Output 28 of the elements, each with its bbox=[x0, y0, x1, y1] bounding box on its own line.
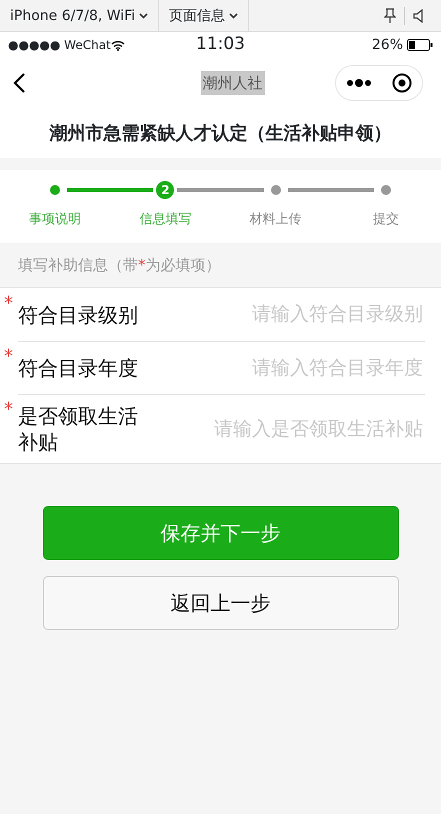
carrier-label: ●●●●● WeChat bbox=[8, 37, 111, 54]
close-icon[interactable] bbox=[392, 73, 412, 93]
field-label: 是否领取生活补贴 bbox=[18, 403, 139, 455]
battery-percent: 26% bbox=[372, 36, 403, 54]
step-label: 材料上传 bbox=[250, 211, 302, 229]
clock: 11:03 bbox=[195, 33, 246, 56]
page-title: 潮州市急需紧缺人才认定（生活补贴申领） bbox=[50, 122, 392, 146]
step-number: 2 bbox=[156, 181, 174, 199]
battery-icon bbox=[407, 39, 433, 51]
field-label: 符合目录级别 bbox=[18, 302, 139, 328]
chevron-down-icon bbox=[229, 13, 238, 19]
wifi-icon bbox=[110, 40, 125, 50]
required-asterisk: * bbox=[4, 398, 14, 422]
nav-title: 潮州人社 bbox=[200, 70, 264, 96]
required-asterisk: * bbox=[4, 292, 14, 316]
step-label: 信息填写 bbox=[139, 211, 192, 229]
pin-icon[interactable] bbox=[384, 8, 396, 24]
capsule-menu[interactable] bbox=[335, 65, 423, 101]
more-icon[interactable] bbox=[346, 79, 372, 87]
action-button[interactable]: 返回上一步 bbox=[42, 576, 398, 630]
section-header: 填写补助信息（带*为必填项） bbox=[18, 254, 220, 276]
step-label: 提交 bbox=[372, 211, 399, 229]
speaker-icon[interactable] bbox=[413, 8, 425, 22]
field-label: 符合目录年度 bbox=[18, 355, 139, 381]
required-asterisk: * bbox=[4, 345, 14, 369]
step-label: 事项说明 bbox=[29, 211, 82, 229]
back-icon[interactable] bbox=[12, 72, 26, 94]
chevron-down-icon bbox=[139, 13, 148, 19]
